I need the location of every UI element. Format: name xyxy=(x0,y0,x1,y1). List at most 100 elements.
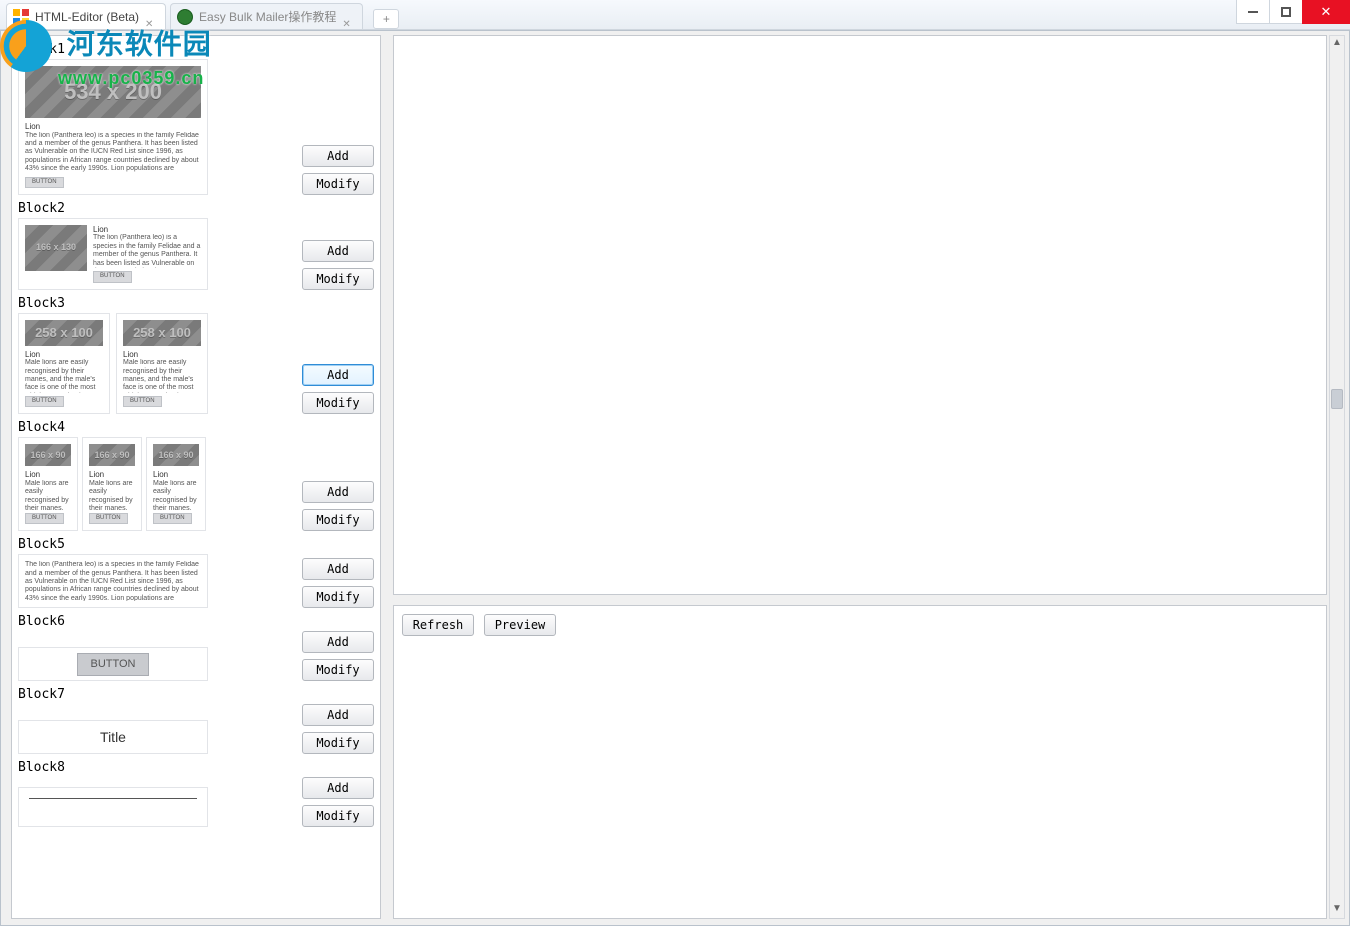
block3-heading-b: Lion xyxy=(123,350,201,360)
scroll-down-icon[interactable]: ▼ xyxy=(1330,902,1344,918)
block3-body-b: Male lions are easily recognised by thei… xyxy=(123,359,201,393)
block6-modify[interactable]: Modify xyxy=(302,659,374,681)
block2-tiny-button[interactable]: BUTTON xyxy=(93,271,132,282)
block3-ph-a: 258 x 100 xyxy=(25,320,103,346)
block8-modify[interactable]: Modify xyxy=(302,805,374,827)
block3-buttons: Add Modify xyxy=(302,364,374,414)
block4-heading-a: Lion xyxy=(25,470,71,480)
block2-placeholder: 166 x 130 xyxy=(25,225,87,271)
block8-add[interactable]: Add xyxy=(302,777,374,799)
block1-placeholder: 534 x 200 xyxy=(25,66,201,118)
block3-heading-a: Lion xyxy=(25,350,103,360)
block3-modify[interactable]: Modify xyxy=(302,392,374,414)
block3-label: Block3 xyxy=(18,296,374,311)
block6-add[interactable]: Add xyxy=(302,631,374,653)
block6-button-preview: BUTTON xyxy=(77,653,148,676)
block1-add[interactable]: Add xyxy=(302,145,374,167)
block4-label: Block4 xyxy=(18,420,374,435)
block6-row: BUTTON Add Modify xyxy=(18,631,374,681)
block4-ph-a: 166 x 90 xyxy=(25,444,71,466)
block7-buttons: Add Modify xyxy=(302,704,374,754)
block6-card: BUTTON xyxy=(18,647,208,681)
source-panel: Refresh Preview xyxy=(393,605,1327,919)
block4-body-c: Male lions are easily recognised by thei… xyxy=(153,480,199,510)
block3-card-b: 258 x 100 Lion Male lions are easily rec… xyxy=(116,313,208,415)
block4-row: 166 x 90 Lion Male lions are easily reco… xyxy=(18,437,374,531)
block4-tiny-c[interactable]: BUTTON xyxy=(153,513,192,524)
block4-buttons: Add Modify xyxy=(302,481,374,531)
block4-ph-b: 166 x 90 xyxy=(89,444,135,466)
block8-row: Add Modify xyxy=(18,777,374,827)
block1-heading: Lion xyxy=(25,122,201,132)
block3-card-a: 258 x 100 Lion Male lions are easily rec… xyxy=(18,313,110,415)
block4-card-c: 166 x 90 Lion Male lions are easily reco… xyxy=(146,437,206,531)
block4-ph-c: 166 x 90 xyxy=(153,444,199,466)
block4-tiny-b[interactable]: BUTTON xyxy=(89,513,128,524)
block2-body: The lion (Panthera leo) is a species in … xyxy=(93,234,201,268)
block5-body: The lion (Panthera leo) is a species in … xyxy=(25,561,201,601)
block1-label: Block1 xyxy=(18,42,374,57)
block5-buttons: Add Modify xyxy=(302,558,374,608)
new-tab-button[interactable]: + xyxy=(373,9,399,29)
tab-secondary[interactable]: Easy Bulk Mailer操作教程 xyxy=(170,3,363,29)
block1-tiny-button[interactable]: BUTTON xyxy=(25,177,64,188)
source-toolbar: Refresh Preview xyxy=(394,606,1326,644)
tab2-title: Easy Bulk Mailer操作教程 xyxy=(199,10,336,24)
refresh-button[interactable]: Refresh xyxy=(402,614,474,636)
block7-title: Title xyxy=(100,729,126,746)
block4-modify[interactable]: Modify xyxy=(302,509,374,531)
block6-label: Block6 xyxy=(18,614,374,629)
close-tab-icon[interactable] xyxy=(145,10,159,24)
globe-icon xyxy=(177,9,193,25)
scroll-up-icon[interactable]: ▲ xyxy=(1330,36,1344,52)
scroll-thumb[interactable] xyxy=(1331,389,1343,409)
block3-tiny-b[interactable]: BUTTON xyxy=(123,396,162,407)
block4-tiny-a[interactable]: BUTTON xyxy=(25,513,64,524)
window-maximize[interactable] xyxy=(1269,0,1303,24)
block7-card: Title xyxy=(18,720,208,754)
block2-modify[interactable]: Modify xyxy=(302,268,374,290)
block4-add[interactable]: Add xyxy=(302,481,374,503)
block3-tiny-a[interactable]: BUTTON xyxy=(25,396,64,407)
block8-card xyxy=(18,787,208,827)
block2-heading: Lion xyxy=(93,225,201,235)
tab-html-editor[interactable]: HTML-Editor (Beta) xyxy=(6,3,166,29)
left-panel: Block1 534 x 200 Lion The lion (Panthera… xyxy=(11,35,381,919)
block1-buttons: Add Modify xyxy=(302,145,374,195)
block6-buttons: Add Modify xyxy=(302,631,374,681)
close-tab2-icon[interactable] xyxy=(342,10,356,24)
vertical-scrollbar[interactable]: ▲ ▼ xyxy=(1329,35,1345,919)
block5-card: The lion (Panthera leo) is a species in … xyxy=(18,554,208,608)
block3-row: 258 x 100 Lion Male lions are easily rec… xyxy=(18,313,374,415)
block4-card-b: 166 x 90 Lion Male lions are easily reco… xyxy=(82,437,142,531)
block4-heading-c: Lion xyxy=(153,470,199,480)
tab-strip: HTML-Editor (Beta) Easy Bulk Mailer操作教程 … xyxy=(0,0,1350,30)
block4-body-b: Male lions are easily recognised by thei… xyxy=(89,480,135,510)
block1-body: The lion (Panthera leo) is a species in … xyxy=(25,132,201,174)
block5-modify[interactable]: Modify xyxy=(302,586,374,608)
block5-row: The lion (Panthera leo) is a species in … xyxy=(18,554,374,608)
block8-label: Block8 xyxy=(18,760,374,775)
block8-hr xyxy=(29,798,197,799)
block2-label: Block2 xyxy=(18,201,374,216)
window-controls xyxy=(1237,0,1350,30)
app-body: Block1 534 x 200 Lion The lion (Panthera… xyxy=(0,30,1350,926)
block4-heading-b: Lion xyxy=(89,470,135,480)
block1-row: 534 x 200 Lion The lion (Panthera leo) i… xyxy=(18,59,374,195)
block4-card-a: 166 x 90 Lion Male lions are easily reco… xyxy=(18,437,78,531)
block7-modify[interactable]: Modify xyxy=(302,732,374,754)
preview-button[interactable]: Preview xyxy=(484,614,556,636)
block2-add[interactable]: Add xyxy=(302,240,374,262)
block7-add[interactable]: Add xyxy=(302,704,374,726)
block2-card: 166 x 130 Lion The lion (Panthera leo) i… xyxy=(18,218,208,290)
window-minimize[interactable] xyxy=(1236,0,1270,24)
block3-add[interactable]: Add xyxy=(302,364,374,386)
block2-buttons: Add Modify xyxy=(302,240,374,290)
window-close[interactable] xyxy=(1302,0,1350,24)
block4-body-a: Male lions are easily recognised by thei… xyxy=(25,480,71,510)
block1-modify[interactable]: Modify xyxy=(302,173,374,195)
block7-label: Block7 xyxy=(18,687,374,702)
app-icon xyxy=(13,9,29,25)
block7-row: Title Add Modify xyxy=(18,704,374,754)
block5-add[interactable]: Add xyxy=(302,558,374,580)
